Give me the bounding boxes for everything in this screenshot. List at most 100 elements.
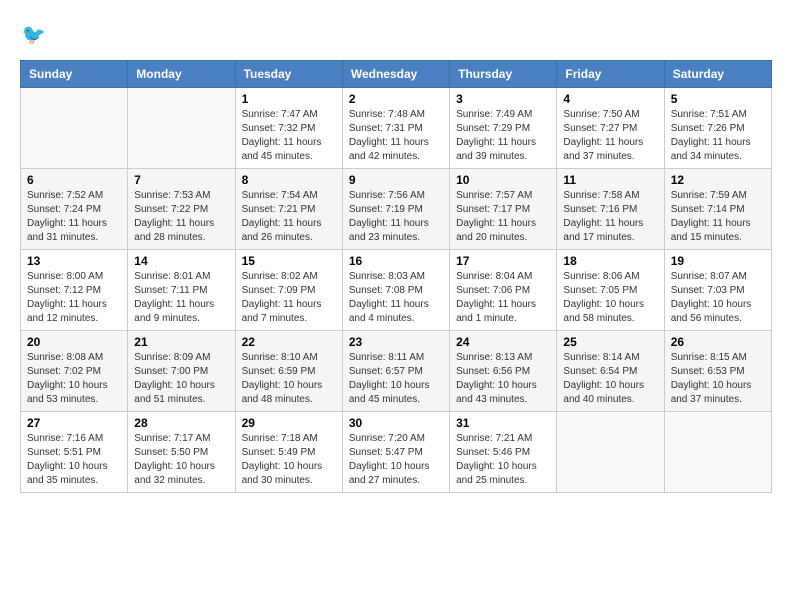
day-number: 5 — [671, 92, 765, 106]
calendar-cell: 22 Sunrise: 8:10 AM Sunset: 6:59 PM Dayl… — [235, 331, 342, 412]
logo: 🐦 — [20, 20, 54, 50]
calendar-cell: 18 Sunrise: 8:06 AM Sunset: 7:05 PM Dayl… — [557, 250, 664, 331]
calendar-cell: 19 Sunrise: 8:07 AM Sunset: 7:03 PM Dayl… — [664, 250, 771, 331]
calendar-week-row: 20 Sunrise: 8:08 AM Sunset: 7:02 PM Dayl… — [21, 331, 772, 412]
day-number: 2 — [349, 92, 443, 106]
sunrise-text: Sunrise: 8:01 AM — [134, 270, 228, 284]
daylight-text: Daylight: 10 hours and 32 minutes. — [134, 460, 228, 488]
sunrise-text: Sunrise: 8:08 AM — [27, 351, 121, 365]
day-number: 6 — [27, 173, 121, 187]
day-number: 20 — [27, 335, 121, 349]
cell-content: Sunrise: 8:15 AM Sunset: 6:53 PM Dayligh… — [671, 351, 765, 407]
day-number: 9 — [349, 173, 443, 187]
cell-content: Sunrise: 7:16 AM Sunset: 5:51 PM Dayligh… — [27, 432, 121, 488]
sunrise-text: Sunrise: 8:09 AM — [134, 351, 228, 365]
weekday-header-tuesday: Tuesday — [235, 61, 342, 88]
weekday-header-monday: Monday — [128, 61, 235, 88]
cell-content: Sunrise: 8:11 AM Sunset: 6:57 PM Dayligh… — [349, 351, 443, 407]
cell-content: Sunrise: 8:01 AM Sunset: 7:11 PM Dayligh… — [134, 270, 228, 326]
sunset-text: Sunset: 5:49 PM — [242, 446, 336, 460]
calendar-cell: 4 Sunrise: 7:50 AM Sunset: 7:27 PM Dayli… — [557, 88, 664, 169]
svg-text:🐦: 🐦 — [22, 24, 46, 46]
day-number: 15 — [242, 254, 336, 268]
sunset-text: Sunset: 5:50 PM — [134, 446, 228, 460]
daylight-text: Daylight: 10 hours and 58 minutes. — [563, 298, 657, 326]
sunrise-text: Sunrise: 8:11 AM — [349, 351, 443, 365]
sunset-text: Sunset: 7:11 PM — [134, 284, 228, 298]
sunset-text: Sunset: 6:54 PM — [563, 365, 657, 379]
day-number: 16 — [349, 254, 443, 268]
sunset-text: Sunset: 5:51 PM — [27, 446, 121, 460]
day-number: 31 — [456, 416, 550, 430]
calendar-cell: 2 Sunrise: 7:48 AM Sunset: 7:31 PM Dayli… — [342, 88, 449, 169]
cell-content: Sunrise: 8:00 AM Sunset: 7:12 PM Dayligh… — [27, 270, 121, 326]
day-number: 25 — [563, 335, 657, 349]
cell-content: Sunrise: 7:52 AM Sunset: 7:24 PM Dayligh… — [27, 189, 121, 245]
cell-content: Sunrise: 8:03 AM Sunset: 7:08 PM Dayligh… — [349, 270, 443, 326]
cell-content: Sunrise: 7:57 AM Sunset: 7:17 PM Dayligh… — [456, 189, 550, 245]
cell-content: Sunrise: 8:14 AM Sunset: 6:54 PM Dayligh… — [563, 351, 657, 407]
calendar-cell — [21, 88, 128, 169]
sunset-text: Sunset: 7:22 PM — [134, 203, 228, 217]
sunset-text: Sunset: 7:19 PM — [349, 203, 443, 217]
sunset-text: Sunset: 7:31 PM — [349, 122, 443, 136]
daylight-text: Daylight: 10 hours and 56 minutes. — [671, 298, 765, 326]
sunset-text: Sunset: 7:32 PM — [242, 122, 336, 136]
weekday-header-friday: Friday — [557, 61, 664, 88]
day-number: 27 — [27, 416, 121, 430]
cell-content: Sunrise: 8:04 AM Sunset: 7:06 PM Dayligh… — [456, 270, 550, 326]
sunrise-text: Sunrise: 7:53 AM — [134, 189, 228, 203]
daylight-text: Daylight: 10 hours and 53 minutes. — [27, 379, 121, 407]
sunrise-text: Sunrise: 8:03 AM — [349, 270, 443, 284]
sunset-text: Sunset: 5:47 PM — [349, 446, 443, 460]
sunrise-text: Sunrise: 8:00 AM — [27, 270, 121, 284]
calendar-cell: 26 Sunrise: 8:15 AM Sunset: 6:53 PM Dayl… — [664, 331, 771, 412]
calendar-cell: 15 Sunrise: 8:02 AM Sunset: 7:09 PM Dayl… — [235, 250, 342, 331]
sunset-text: Sunset: 5:46 PM — [456, 446, 550, 460]
sunrise-text: Sunrise: 8:02 AM — [242, 270, 336, 284]
daylight-text: Daylight: 10 hours and 27 minutes. — [349, 460, 443, 488]
day-number: 22 — [242, 335, 336, 349]
weekday-header-row: SundayMondayTuesdayWednesdayThursdayFrid… — [21, 61, 772, 88]
calendar-cell: 5 Sunrise: 7:51 AM Sunset: 7:26 PM Dayli… — [664, 88, 771, 169]
cell-content: Sunrise: 7:59 AM Sunset: 7:14 PM Dayligh… — [671, 189, 765, 245]
calendar-cell: 24 Sunrise: 8:13 AM Sunset: 6:56 PM Dayl… — [450, 331, 557, 412]
daylight-text: Daylight: 11 hours and 42 minutes. — [349, 136, 443, 164]
day-number: 4 — [563, 92, 657, 106]
cell-content: Sunrise: 8:10 AM Sunset: 6:59 PM Dayligh… — [242, 351, 336, 407]
day-number: 17 — [456, 254, 550, 268]
sunset-text: Sunset: 7:29 PM — [456, 122, 550, 136]
day-number: 7 — [134, 173, 228, 187]
sunrise-text: Sunrise: 7:57 AM — [456, 189, 550, 203]
sunrise-text: Sunrise: 7:56 AM — [349, 189, 443, 203]
sunset-text: Sunset: 7:03 PM — [671, 284, 765, 298]
calendar-cell: 30 Sunrise: 7:20 AM Sunset: 5:47 PM Dayl… — [342, 412, 449, 493]
cell-content: Sunrise: 7:49 AM Sunset: 7:29 PM Dayligh… — [456, 108, 550, 164]
day-number: 19 — [671, 254, 765, 268]
daylight-text: Daylight: 10 hours and 48 minutes. — [242, 379, 336, 407]
daylight-text: Daylight: 10 hours and 43 minutes. — [456, 379, 550, 407]
daylight-text: Daylight: 11 hours and 7 minutes. — [242, 298, 336, 326]
cell-content: Sunrise: 8:09 AM Sunset: 7:00 PM Dayligh… — [134, 351, 228, 407]
calendar-cell — [557, 412, 664, 493]
day-number: 8 — [242, 173, 336, 187]
sunrise-text: Sunrise: 8:13 AM — [456, 351, 550, 365]
day-number: 18 — [563, 254, 657, 268]
calendar-week-row: 6 Sunrise: 7:52 AM Sunset: 7:24 PM Dayli… — [21, 169, 772, 250]
calendar-cell: 21 Sunrise: 8:09 AM Sunset: 7:00 PM Dayl… — [128, 331, 235, 412]
sunset-text: Sunset: 7:21 PM — [242, 203, 336, 217]
day-number: 11 — [563, 173, 657, 187]
cell-content: Sunrise: 7:20 AM Sunset: 5:47 PM Dayligh… — [349, 432, 443, 488]
sunrise-text: Sunrise: 7:21 AM — [456, 432, 550, 446]
calendar-cell: 9 Sunrise: 7:56 AM Sunset: 7:19 PM Dayli… — [342, 169, 449, 250]
cell-content: Sunrise: 8:07 AM Sunset: 7:03 PM Dayligh… — [671, 270, 765, 326]
sunrise-text: Sunrise: 8:07 AM — [671, 270, 765, 284]
weekday-header-sunday: Sunday — [21, 61, 128, 88]
sunset-text: Sunset: 7:02 PM — [27, 365, 121, 379]
daylight-text: Daylight: 10 hours and 51 minutes. — [134, 379, 228, 407]
calendar-cell — [664, 412, 771, 493]
calendar-cell: 31 Sunrise: 7:21 AM Sunset: 5:46 PM Dayl… — [450, 412, 557, 493]
calendar-cell: 23 Sunrise: 8:11 AM Sunset: 6:57 PM Dayl… — [342, 331, 449, 412]
sunrise-text: Sunrise: 8:10 AM — [242, 351, 336, 365]
calendar-cell: 12 Sunrise: 7:59 AM Sunset: 7:14 PM Dayl… — [664, 169, 771, 250]
